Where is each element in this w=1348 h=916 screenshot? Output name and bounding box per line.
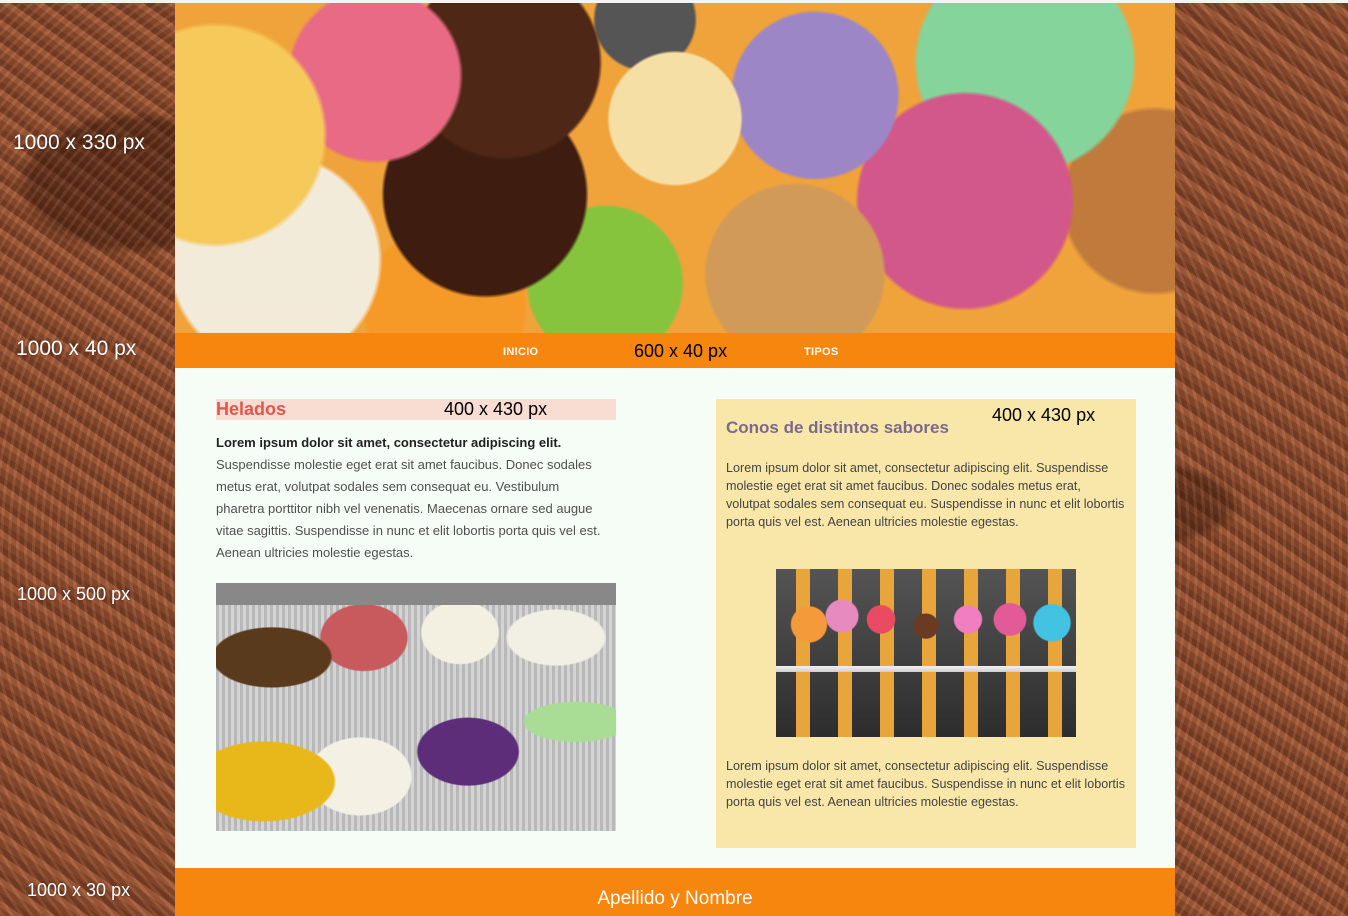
header-banner-image	[175, 3, 1175, 333]
nav-item-tipos[interactable]: TIPOS	[804, 346, 839, 358]
left-intro-bold: Lorem ipsum dolor sit amet, consectetur …	[216, 435, 562, 450]
content-area: Helados 400 x 430 px Lorem ipsum dolor s…	[175, 368, 1175, 868]
left-paragraph: Lorem ipsum dolor sit amet, consectetur …	[216, 432, 606, 564]
left-body-text: Suspendisse molestie eget erat sit amet …	[216, 457, 601, 560]
right-size-label: 400 x 430 px	[992, 405, 1096, 425]
right-paragraph-2: Lorem ipsum dolor sit amet, consectetur …	[726, 759, 1126, 809]
nav-size-label: 1000 x 40 px	[16, 337, 137, 360]
content-size-label: 1000 x 500 px	[17, 584, 131, 604]
cones-image	[776, 569, 1076, 737]
footer-size-label: 1000 x 30 px	[27, 880, 131, 900]
right-title: Conos de distintos sabores	[726, 418, 949, 437]
footer-text: Apellido y Nombre	[597, 888, 753, 909]
left-title: Helados	[216, 399, 287, 419]
left-size-label: 400 x 430 px	[444, 399, 548, 419]
gelato-display-image	[216, 583, 616, 831]
banner-size-label: 1000 x 330 px	[13, 131, 145, 154]
nav-item-inicio[interactable]: INICIO	[503, 346, 538, 358]
nav-size-label: 600 x 40 px	[634, 341, 728, 361]
left-column: Helados 400 x 430 px Lorem ipsum dolor s…	[216, 399, 616, 831]
left-title-bar: Helados 400 x 430 px	[216, 399, 616, 420]
main-nav: INICIO 600 x 40 px TIPOS	[175, 333, 1175, 368]
right-column: Conos de distintos sabores 400 x 430 px …	[716, 399, 1136, 848]
footer: Apellido y Nombre	[175, 868, 1175, 916]
right-paragraph-1: Lorem ipsum dolor sit amet, consectetur …	[726, 461, 1125, 529]
